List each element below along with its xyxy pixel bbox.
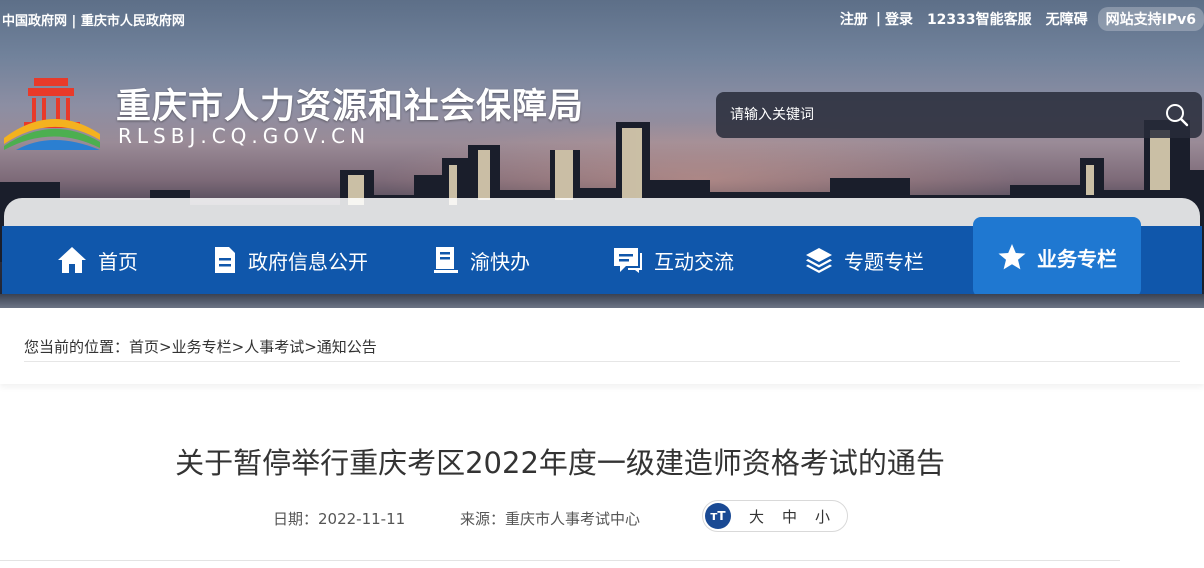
article-title: 关于暂停举行重庆考区2022年度一级建造师资格考试的通告: [175, 446, 945, 480]
nav-item-label: 渝快办: [470, 249, 530, 274]
nav-item-yukuaiban[interactable]: 渝快办: [432, 226, 530, 294]
search-icon: [1166, 104, 1189, 127]
breadcrumb-notice[interactable]: 通知公告: [317, 338, 377, 356]
breadcrumb: 您当前的位置：首页>业务专栏>人事考试>通知公告: [24, 336, 377, 357]
book-icon: [434, 247, 458, 273]
home-icon: [58, 247, 86, 273]
nav-item-label: 业务专栏: [1037, 246, 1117, 271]
nav-item-topics[interactable]: 专题专栏: [804, 226, 924, 294]
nav-item-label: 首页: [98, 249, 138, 274]
ipv6-badge: 网站支持IPv6: [1097, 7, 1204, 31]
gov-link[interactable]: 中国政府网: [2, 14, 67, 29]
top-left-links: 中国政府网 | 重庆市人民政府网: [2, 10, 185, 29]
site-domain: RLSBJ.CQ.GOV.CN: [118, 124, 371, 148]
site-title: 重庆市人力资源和社会保障局: [116, 87, 585, 127]
font-size-large[interactable]: 大: [749, 506, 764, 527]
document-icon: [215, 247, 235, 273]
star-icon: [998, 244, 1026, 270]
search-input[interactable]: [716, 92, 1152, 138]
top-right-links: 注册 | 登录 12333智能客服 无障碍 网站支持IPv6: [840, 6, 1204, 32]
service-link[interactable]: 12333智能客服: [927, 9, 1032, 29]
article-divider: [0, 560, 1120, 561]
nav-item-label: 政府信息公开: [248, 249, 368, 274]
font-size-small[interactable]: 小: [815, 506, 830, 527]
article-source: 来源：重庆市人事考试中心: [460, 510, 641, 528]
breadcrumb-home[interactable]: 首页: [129, 338, 159, 356]
nav-item-gov-info[interactable]: 政府信息公开: [212, 226, 368, 294]
breadcrumb-exam[interactable]: 人事考试: [244, 338, 304, 356]
breadcrumb-prefix: 您当前的位置：: [24, 338, 130, 356]
accessibility-link[interactable]: 无障碍: [1046, 9, 1088, 29]
search-box: [716, 92, 1202, 138]
register-link[interactable]: 注册: [840, 9, 868, 29]
breadcrumb-business[interactable]: 业务专栏: [172, 338, 232, 356]
city-gov-link[interactable]: 重庆市人民政府网: [81, 14, 185, 29]
login-link[interactable]: 登录: [885, 9, 913, 29]
nav-item-label: 专题专栏: [844, 249, 924, 274]
nav-item-business[interactable]: 业务专栏: [973, 217, 1141, 297]
nav-bottom-strip: [0, 294, 1204, 308]
breadcrumb-separator: >: [159, 338, 172, 356]
font-size-icon: тT: [705, 503, 731, 529]
breadcrumb-separator: >: [304, 338, 317, 356]
nav-item-interaction[interactable]: 互动交流: [612, 226, 734, 294]
search-button[interactable]: [1152, 92, 1202, 138]
chat-icon: [614, 248, 642, 273]
article-date: 日期：2022-11-11: [273, 510, 406, 528]
breadcrumb-divider: [24, 361, 1180, 362]
top-separator: |: [875, 11, 881, 27]
font-size-medium[interactable]: 中: [782, 506, 797, 527]
site-logo[interactable]: [2, 72, 102, 150]
font-size-control: тT 大 中 小: [702, 500, 848, 532]
breadcrumb-separator: >: [231, 338, 245, 356]
nav-item-home[interactable]: 首页: [56, 226, 138, 294]
top-separator: |: [71, 14, 77, 29]
layers-icon: [806, 248, 832, 273]
main-nav: 首页 政府信息公开 渝快办 互动交流 专题专栏 业务专栏: [2, 217, 1202, 297]
nav-item-label: 互动交流: [654, 249, 734, 274]
